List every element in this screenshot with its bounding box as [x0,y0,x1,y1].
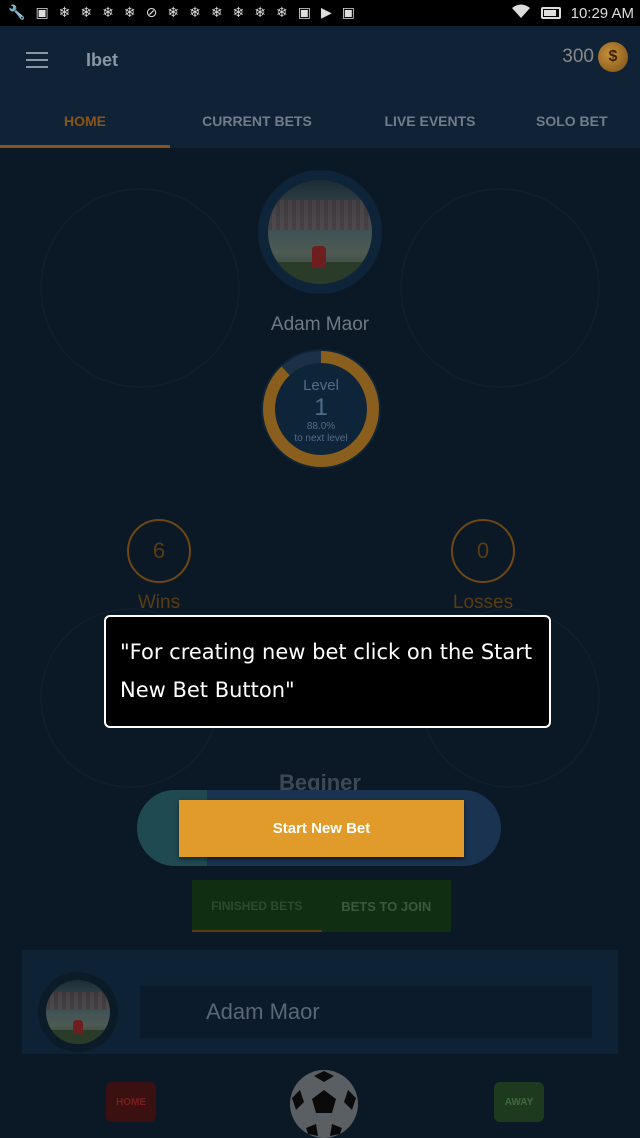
status-bar: 🔧 ▣ ❄ ❄ ❄ ❄ ⊘ ❄ ❄ ❄ ❄ ❄ ❄ ▣ ▶ ▣ 10:29 AM [0,0,640,26]
bet-card-avatar [38,972,118,1052]
snowflake-icon: ❄ [58,5,71,21]
wins-label: Wins [137,592,181,613]
menu-icon[interactable] [26,52,48,68]
app-bar: Ibet 300 $ [0,26,640,94]
tutorial-tooltip: "For creating new bet click on the Start… [104,615,551,728]
match-row: HOME AWAY [0,1064,640,1138]
clock: 10:29 AM [570,4,634,22]
youtube-icon: ▶ [320,5,332,21]
snowflake-icon: ❄ [276,5,288,21]
level-next-text: to next level [294,433,348,444]
home-team-badge: HOME [106,1082,156,1122]
app-title: Ibet [86,49,119,70]
tab-home[interactable]: HOME [0,94,170,148]
level-label: Level [303,377,339,394]
wrench-icon: 🔧 [8,5,26,21]
main-tabs: HOME CURRENT BETS LIVE EVENTS SOLO BET [0,94,640,148]
losses-count: 0 [451,519,515,583]
avatar-image [268,180,372,284]
losses-label: Losses [452,592,514,613]
notification-icons: 🔧 ▣ ❄ ❄ ❄ ❄ ⊘ ❄ ❄ ❄ ❄ ❄ ❄ ▣ ▶ ▣ [8,5,355,21]
snowflake-icon: ❄ [123,5,136,21]
snowflake-icon: ❄ [167,5,180,21]
snowflake-icon: ❄ [210,5,223,21]
image-icon: ▣ [35,5,49,21]
tab-finished-bets[interactable]: FINISHED BETS [192,880,322,932]
coin-count: 300 [562,46,594,67]
battery-icon [540,7,561,19]
tab-live-events[interactable]: LIVE EVENTS [344,94,516,148]
away-team-badge: AWAY [494,1082,544,1122]
snowflake-icon: ❄ [102,5,114,21]
tab-bets-to-join[interactable]: BETS TO JOIN [322,880,452,932]
start-new-bet-button[interactable]: Start New Bet [179,800,464,857]
snowflake-icon: ❄ [189,5,201,21]
snowflake-icon: ❄ [254,5,267,21]
coin-balance[interactable]: 300 $ [562,42,628,72]
level-number: 1 [314,394,328,421]
profile-name: Adam Maor [270,314,370,335]
wifi-icon [511,3,531,23]
snowflake-icon: ❄ [232,5,245,21]
photo-icon: ▣ [297,5,311,21]
soccer-ball-icon [290,1070,358,1138]
wins-count: 6 [127,519,191,583]
coin-icon: $ [598,42,628,72]
status-right: 10:29 AM [511,0,634,26]
tab-current-bets[interactable]: CURRENT BETS [170,94,344,148]
background-decoration [400,188,600,388]
bet-card[interactable]: Adam Maor [22,950,618,1054]
profile-avatar[interactable] [258,170,382,294]
background-decoration [40,188,240,388]
level-percent: 88.0% [306,421,336,432]
photo-icon: ▣ [341,5,355,21]
tab-solo-bet[interactable]: SOLO BET [516,94,640,148]
snowflake-icon: ❄ [80,5,93,21]
block-icon: ⊘ [145,5,158,21]
bet-list-tabs: FINISHED BETS BETS TO JOIN [192,880,451,932]
bet-card-name: Adam Maor [140,986,592,1038]
avatar-image [46,980,110,1044]
